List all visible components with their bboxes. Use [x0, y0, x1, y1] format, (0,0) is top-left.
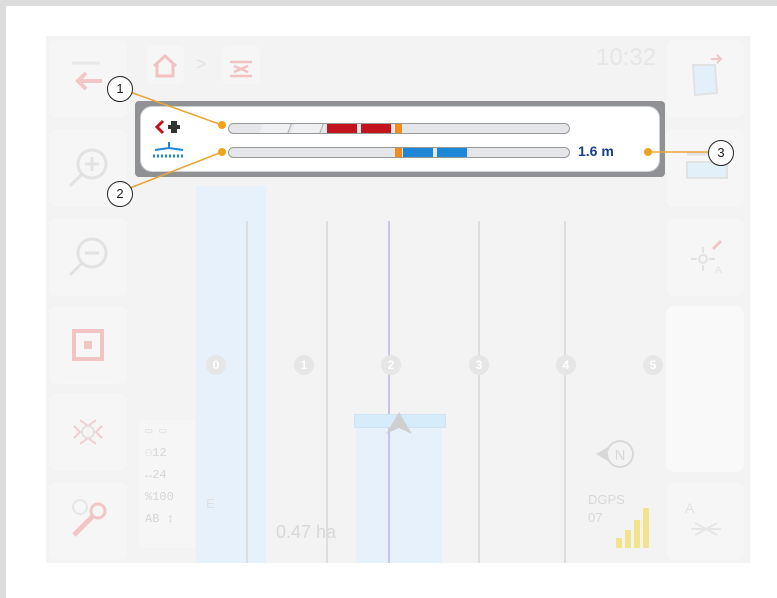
callout-dot — [218, 148, 226, 156]
callout-dot — [644, 148, 652, 156]
callout-dot — [218, 121, 226, 129]
callout-3: 3 — [708, 140, 734, 166]
callout-1: 1 — [107, 76, 133, 102]
callout-2: 2 — [107, 181, 133, 207]
